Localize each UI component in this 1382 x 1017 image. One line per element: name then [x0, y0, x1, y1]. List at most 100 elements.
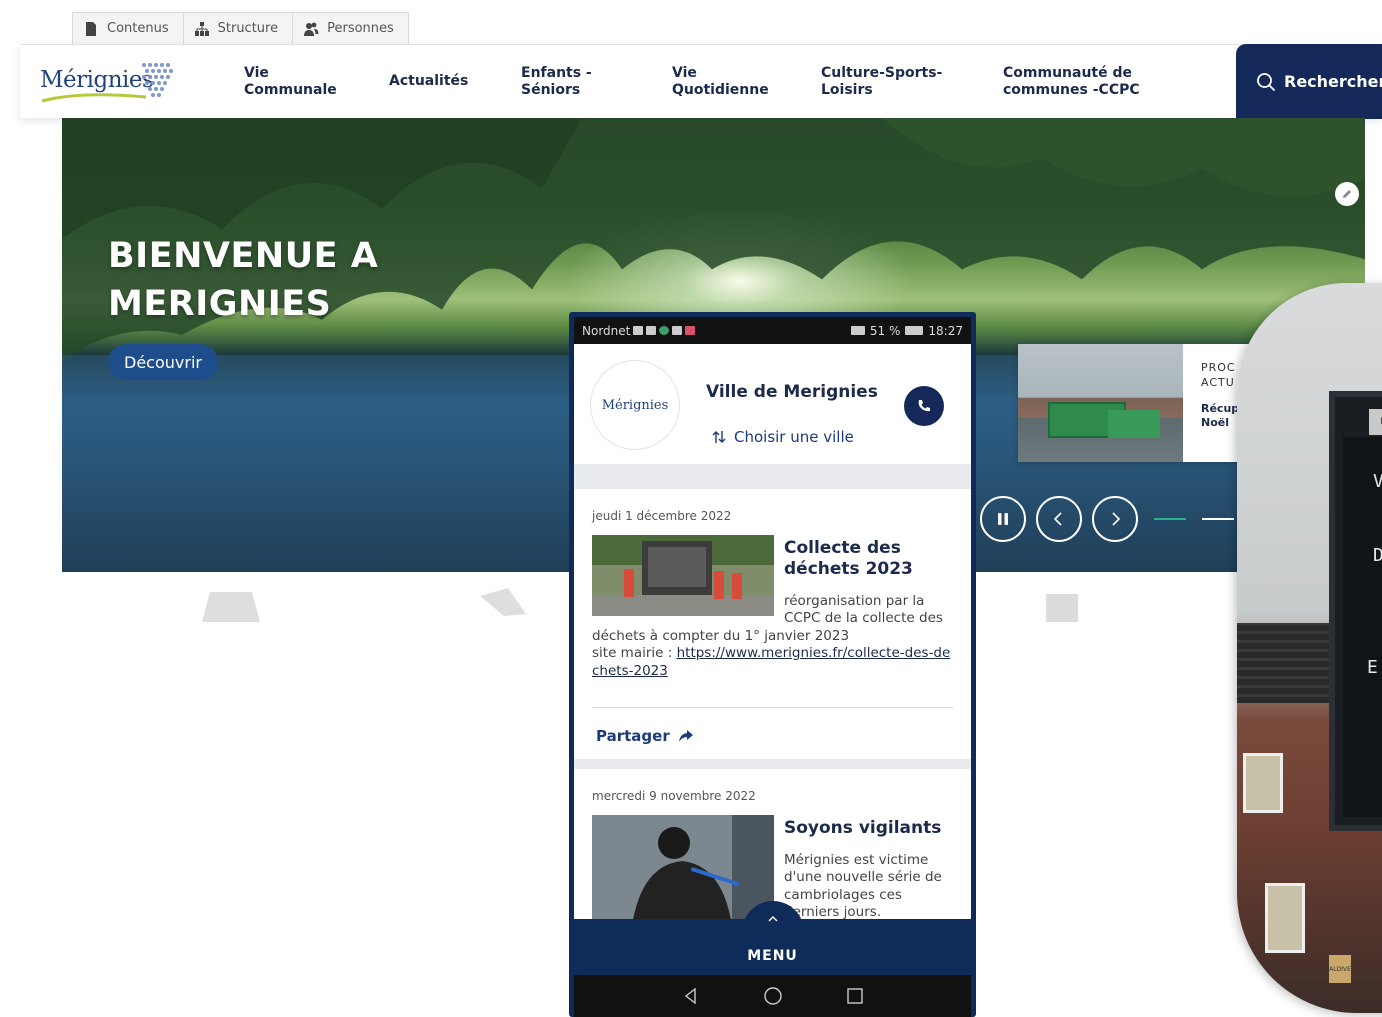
post-title: Soyons vigilants [784, 818, 942, 838]
nav-vie-quotidienne[interactable]: Vie Quotidienne [672, 65, 769, 99]
chevron-right-icon [1112, 512, 1121, 526]
nav-enfants-seniors[interactable]: Enfants - Séniors [521, 65, 592, 99]
next-slide-button[interactable] [1092, 496, 1138, 542]
pause-button[interactable] [980, 496, 1026, 542]
sign-screen: V D E [1343, 437, 1382, 817]
app-icon [659, 326, 670, 335]
chevron-up-icon [768, 916, 778, 922]
share-label: Partager [596, 727, 670, 745]
post-body-line: réorganisation par la [784, 593, 925, 609]
nav-communaute-communes[interactable]: Communauté de communes -CCPC [1003, 65, 1140, 99]
post-body-line: d'une nouvelle série de [784, 869, 942, 885]
pause-icon [998, 513, 1008, 525]
recents-icon[interactable] [845, 986, 865, 1006]
logo-dots-icon [142, 63, 173, 97]
users-icon [304, 22, 319, 36]
garbage-truck-photo [592, 535, 774, 616]
app-bottom-bar: MENU [574, 901, 971, 975]
news-image [1018, 344, 1183, 462]
mail-icon [646, 326, 657, 335]
app-logo-text: Mérignies [601, 397, 669, 413]
pencil-icon [1343, 190, 1351, 198]
battery-label: 51 % [869, 323, 901, 338]
post-body-link-line: site mairie : https://www.merignies.fr/c… [592, 645, 952, 680]
prev-slide-button[interactable] [1036, 496, 1082, 542]
android-navbar [574, 975, 971, 1017]
search-button[interactable]: Rechercher [1236, 44, 1382, 119]
notification-icon [633, 326, 644, 335]
led-sign: M V D E [1329, 391, 1382, 831]
carrier-label: Nordnet [582, 323, 631, 338]
menu-label[interactable]: MENU [574, 948, 971, 964]
app-icon [685, 326, 696, 335]
call-button[interactable] [904, 386, 944, 426]
window-shape [1265, 883, 1305, 953]
post-body-line: CCPC de la collecte des [784, 610, 943, 626]
news-title: Récup Noël [1201, 402, 1240, 429]
logo-swoosh-icon [41, 93, 147, 103]
post-image [592, 815, 774, 919]
app-header: Mérignies Ville de Merignies Choisir une… [574, 344, 971, 464]
container-shape [1108, 410, 1160, 438]
decor-shape [202, 592, 260, 622]
share-button[interactable]: Partager [596, 727, 694, 745]
news-feed: jeudi 1 décembre 2022 Collecte des déche… [574, 464, 971, 919]
post-title: Collecte des déchets 2023 [784, 538, 913, 579]
battery-icon [905, 326, 924, 335]
post-date: jeudi 1 décembre 2022 [592, 509, 732, 523]
post-body-line: cambriolages ces [784, 887, 902, 903]
decor-shape [1046, 594, 1078, 622]
home-icon[interactable] [763, 986, 783, 1006]
clock-label: 18:27 [928, 323, 963, 338]
status-left: Nordnet [582, 323, 696, 338]
admin-tab-personnes[interactable]: Personnes [293, 13, 408, 44]
app-logo: Mérignies [590, 360, 680, 450]
sign-char: D [1373, 545, 1382, 566]
search-icon [1257, 72, 1276, 91]
slide-indicator[interactable] [1202, 518, 1234, 520]
window-shape [1243, 753, 1283, 813]
post-date: mercredi 9 novembre 2022 [592, 789, 756, 803]
sign-char: E [1367, 657, 1378, 678]
wrench-icon [672, 326, 683, 335]
status-bar: Nordnet 51 % 18:27 [574, 317, 971, 344]
admin-tab-structure[interactable]: Structure [184, 13, 294, 44]
site-header: Mérignies Vie Communale Actualités Enfan… [20, 44, 1382, 119]
decor-shape [480, 588, 526, 616]
feed-post: jeudi 1 décembre 2022 Collecte des déche… [574, 489, 971, 759]
search-label: Rechercher [1284, 72, 1382, 91]
post-image [592, 535, 774, 616]
admin-tab-label: Contenus [107, 21, 169, 36]
nav-actualites[interactable]: Actualités [389, 73, 468, 90]
back-icon[interactable] [681, 986, 701, 1006]
shop-sign: ALDIVE [1329, 955, 1351, 983]
app-city-name: Ville de Merignies [706, 382, 878, 402]
edit-button[interactable] [1335, 182, 1359, 206]
slide-indicator[interactable] [1154, 518, 1186, 520]
document-icon [86, 21, 96, 36]
burglar-photo [592, 815, 774, 919]
signal-icon [850, 326, 865, 335]
phone-icon [918, 400, 930, 412]
admin-tab-contenus[interactable]: Contenus [73, 13, 184, 44]
share-arrow-icon [678, 730, 693, 742]
post-body-prefix: site mairie : [592, 645, 677, 661]
nav-vie-communale[interactable]: Vie Communale [244, 65, 337, 99]
news-card-text: PROC ACTU Récup Noël [1183, 344, 1239, 462]
hero-title: BIENVENUE A MERIGNIES [108, 236, 379, 324]
sign-photo: M V D E ALDIVE [1237, 283, 1382, 1013]
sign-plate: M [1369, 409, 1382, 435]
post-divider [592, 707, 953, 708]
phone-mockup: Nordnet 51 % 18:27 Mérignies Ville de Me… [569, 312, 976, 1017]
sign-char: V [1373, 471, 1382, 492]
discover-button[interactable]: Découvrir [108, 344, 218, 380]
chevron-left-icon [1053, 512, 1062, 526]
nav-culture-sports-loisirs[interactable]: Culture-Sports- Loisirs [821, 65, 942, 99]
admin-tab-label: Personnes [327, 21, 394, 36]
choose-city-button[interactable]: Choisir une ville [712, 428, 854, 446]
sitemap-icon [194, 21, 209, 36]
site-logo[interactable]: Mérignies [40, 59, 180, 107]
status-right: 51 % 18:27 [850, 323, 963, 338]
admin-tabs: Contenus Structure Personnes [72, 12, 409, 44]
swap-icon [712, 431, 726, 443]
